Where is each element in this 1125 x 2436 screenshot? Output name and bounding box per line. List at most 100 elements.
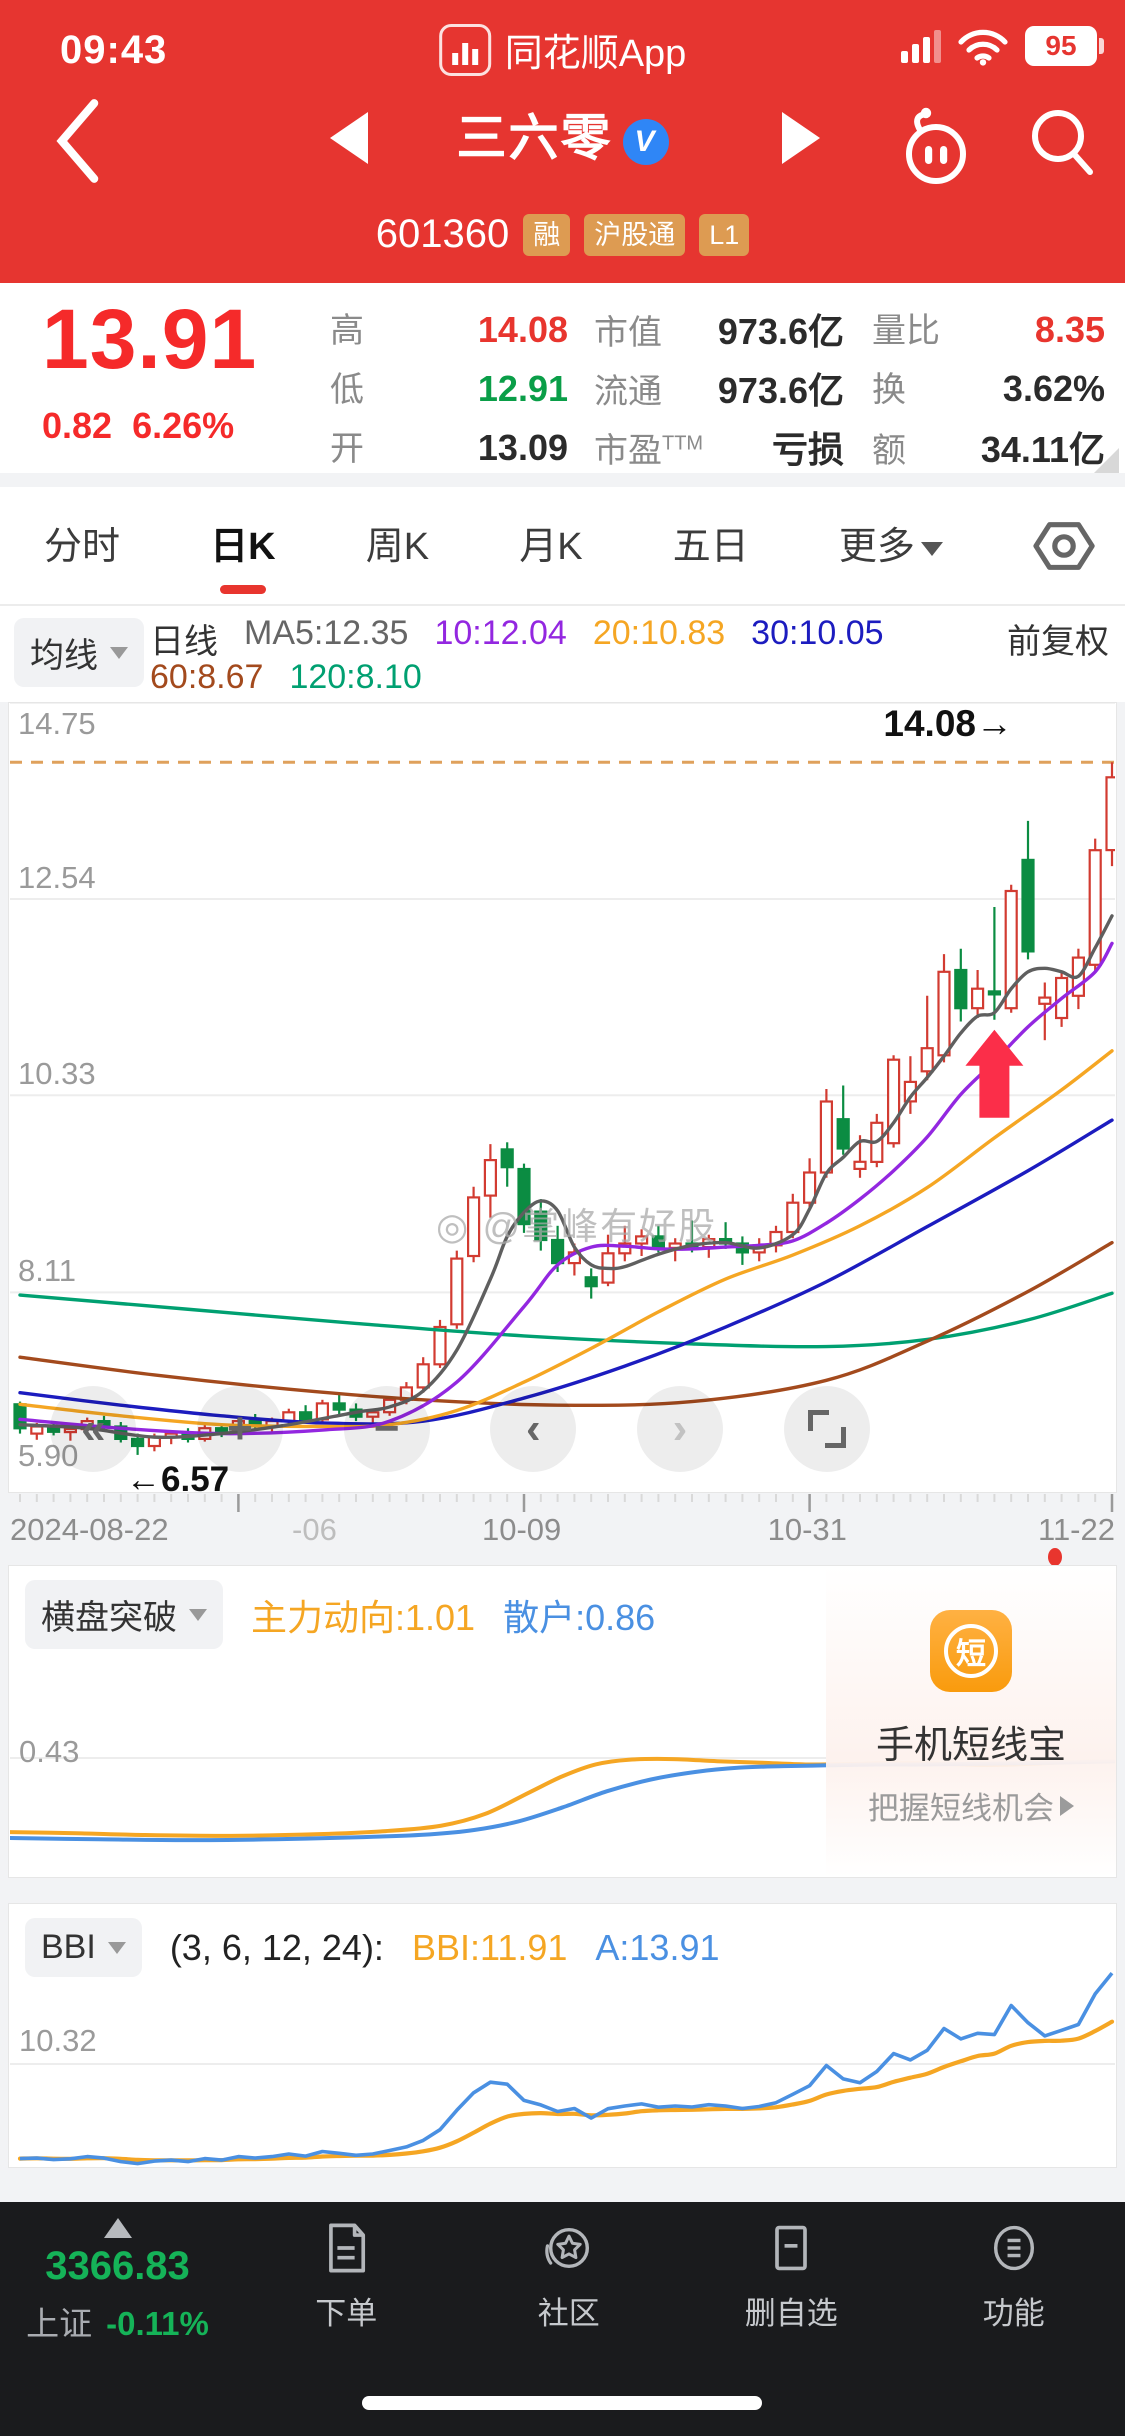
candlestick-chart-panel[interactable]	[8, 702, 1117, 1493]
functions-menu-icon	[986, 2220, 1042, 2276]
latest-day-marker	[1048, 1548, 1062, 1566]
nav-item-functions[interactable]: 功能	[903, 2202, 1125, 2436]
ma-legend-item: 10:12.04	[434, 614, 566, 663]
chevron-down-icon	[110, 647, 128, 659]
chevron-down-icon	[921, 542, 943, 556]
kline-tabs: 分时 日K 周K 月K 五日 更多	[0, 473, 1125, 606]
index-name: 上证	[26, 2297, 92, 2345]
sanhu-value: 散户:0.86	[503, 1589, 655, 1641]
fullscreen-button[interactable]	[784, 1386, 870, 1472]
y-axis-label: 10.33	[18, 1056, 96, 1092]
indicator1-dropdown-button[interactable]: 横盘突破	[25, 1580, 223, 1649]
duanxianbao-ad[interactable]: 短 手机短线宝 把握短线机会	[826, 1566, 1116, 1877]
zhuli-value: 主力动向:1.01	[251, 1589, 475, 1641]
ma-legend-item: MA5:12.35	[244, 614, 408, 663]
tab-wuri[interactable]: 五日	[673, 515, 749, 576]
status-time: 09:43	[60, 28, 167, 73]
ma-legend-item: 30:10.05	[751, 614, 883, 663]
ma-dropdown-button[interactable]: 均线	[14, 618, 144, 687]
index-quote[interactable]: 3366.83 上证 -0.11%	[0, 2202, 235, 2436]
ma-legend: 均线 日线 MA5:12.3510:12.0420:10.8330:10.05 …	[0, 606, 1125, 702]
x-tick-label: 10-31	[768, 1512, 847, 1548]
ad-subtitle[interactable]: 把握短线机会	[868, 1783, 1074, 1828]
header: 09:43 同花顺App 95 三六零V 601360	[0, 0, 1125, 283]
chevron-down-icon	[189, 1609, 207, 1621]
tag-hgt: 沪股通	[584, 214, 685, 256]
quote-row: 流通973.6亿	[594, 362, 844, 414]
quote-row: 低12.91	[330, 362, 568, 411]
tab-fenshi[interactable]: 分时	[44, 515, 120, 576]
app-screen: 09:43 同花顺App 95 三六零V 601360	[0, 0, 1125, 2436]
zoom-in-button[interactable]: +	[197, 1386, 283, 1472]
chevron-down-icon	[108, 1942, 126, 1954]
watermark: ◎ @掌峰有好股	[436, 1196, 717, 1250]
ma-legend-item: 60:8.67	[150, 658, 263, 697]
search-icon[interactable]	[1020, 100, 1104, 184]
quote-row: 额34.11亿	[872, 421, 1105, 473]
ma-period-label: 日线	[150, 614, 218, 663]
quote-row: 开13.09	[330, 421, 568, 470]
bbi-value: BBI:11.91	[412, 1927, 567, 1969]
tab-zhouk[interactable]: 周K	[366, 515, 429, 576]
community-star-icon	[541, 2220, 597, 2276]
quote-section: 13.91 0.82 6.26% 高14.08 低12.91 开13.09 市值97…	[0, 283, 1125, 473]
zoom-out-button[interactable]: −	[344, 1386, 430, 1472]
indicator2-dropdown-button[interactable]: BBI	[25, 1918, 142, 1977]
quote-row: 换3.62%	[872, 362, 1105, 411]
x-tick-label: 10-09	[482, 1512, 561, 1548]
price-change: 0.82 6.26%	[42, 405, 234, 447]
order-document-icon	[318, 2220, 374, 2276]
duanxianbao-app-icon: 短	[930, 1610, 1012, 1692]
p2-axis-label: 10.32	[19, 2023, 97, 2059]
quote-col-1: 高14.08 低12.91 开13.09	[330, 283, 568, 473]
up-triangle-icon	[104, 2218, 132, 2238]
stock-code: 601360	[376, 212, 509, 257]
wifi-icon	[957, 26, 1009, 66]
ma-legend-row2: 60:8.67 120:8.10	[150, 658, 422, 697]
x-tick-label: 11-22	[1038, 1512, 1115, 1548]
app-banner[interactable]: 同花顺App	[439, 22, 687, 77]
home-indicator[interactable]	[362, 2396, 762, 2410]
bbi-params: (3, 6, 12, 24):	[170, 1927, 384, 1969]
last-price: 13.91	[42, 291, 257, 388]
tag-margin: 融	[523, 214, 570, 256]
x-tick-label: -06	[292, 1512, 337, 1548]
tag-l1: L1	[699, 214, 749, 256]
p1-axis-label: 0.43	[19, 1734, 79, 1770]
status-icons: 95	[901, 26, 1097, 66]
y-axis-label: 12.54	[18, 860, 96, 896]
hengpan-panel[interactable]: 横盘突破 主力动向:1.01 散户:0.86 0.43 短 手机短线宝 把握短线…	[8, 1565, 1117, 1878]
app-banner-label: 同花顺App	[505, 22, 687, 77]
ad-title: 手机短线宝	[876, 1714, 1066, 1769]
index-value: 3366.83	[45, 2244, 190, 2289]
index-change: -0.11%	[106, 2305, 209, 2343]
robot-assistant-icon[interactable]	[892, 100, 978, 186]
x-axis-dates: 2024-08-22 -06 10-09 10-31 11-22	[10, 1512, 1115, 1556]
bbi-panel[interactable]: BBI (3, 6, 12, 24): BBI:11.91 A:13.91 10…	[8, 1903, 1117, 2168]
tab-yuek[interactable]: 月K	[519, 515, 582, 576]
y-axis-label: 8.11	[18, 1253, 76, 1289]
tab-rik[interactable]: 日K	[210, 515, 275, 576]
scroll-right-button[interactable]: ›	[637, 1386, 723, 1472]
scroll-left-fast-button[interactable]: «	[50, 1386, 136, 1472]
chevron-right-icon	[1060, 1796, 1074, 1816]
quote-row: 量比8.35	[872, 303, 1105, 352]
a-value: A:13.91	[595, 1927, 719, 1969]
quote-row: 高14.08	[330, 303, 568, 352]
signal-icon	[901, 29, 941, 63]
quote-row: 市盈TTM亏损	[594, 421, 844, 473]
scroll-left-button[interactable]: ‹	[490, 1386, 576, 1472]
ma-legend-row1: 日线 MA5:12.35 10:12.04 20:10.83 30:10.05	[150, 614, 884, 663]
tab-more[interactable]: 更多	[839, 515, 943, 576]
x-tick-label: 2024-08-22	[10, 1512, 169, 1548]
ma-legend-item: 20:10.83	[593, 614, 725, 663]
adjust-mode-label[interactable]: 前复权	[1007, 614, 1109, 663]
y-axis-label: 14.75	[18, 706, 96, 742]
battery-icon: 95	[1025, 26, 1097, 66]
stock-subtitle: 601360 融 沪股通 L1	[0, 212, 1125, 257]
ths-app-icon	[439, 24, 491, 76]
quote-col-3: 量比8.35 换3.62% 额34.11亿	[872, 283, 1105, 473]
chart-settings-gear-icon[interactable]	[1033, 515, 1095, 577]
quote-col-2: 市值973.6亿流通973.6亿市盈TTM亏损	[594, 283, 844, 473]
ma-legend-item: 120:8.10	[289, 658, 421, 697]
